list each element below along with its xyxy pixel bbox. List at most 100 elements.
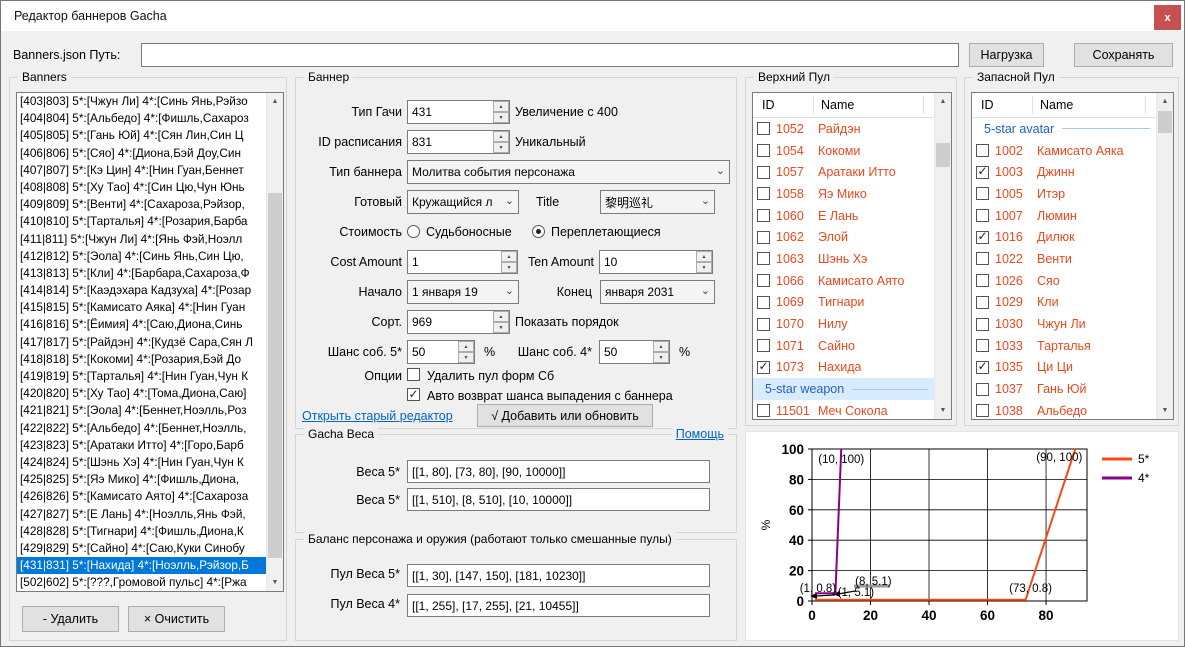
pool-row-checkbox[interactable] [757,166,770,179]
banner-list-item[interactable]: [404|804] 5*:[Альбедо] 4*:[Фишль,Сахароз [17,110,266,127]
title-dropdown[interactable]: 黎明巡礼 ⌄ [600,190,715,214]
pool-row-checkbox[interactable] [976,209,989,222]
pool-row-checkbox[interactable] [976,383,989,396]
upper-pool-scrollbar[interactable]: ▲ ▼ [934,93,951,419]
pool-row-checkbox[interactable] [757,318,770,331]
reserve-pool-table[interactable]: ID Name 5-star avatar1002Камисато Аяка10… [971,92,1174,420]
pool-row-checkbox[interactable] [976,252,989,265]
banner-list-item[interactable]: [428|828] 5*:[Тигнари] 4*:[Фишль,Диона,К [17,523,266,540]
scroll-down-icon[interactable]: ▼ [1157,402,1173,419]
open-old-editor-link[interactable]: Открыть старый редактор [302,409,453,423]
pool-row-checkbox[interactable] [757,209,770,222]
banner-list-item[interactable]: [431|831] 5*:[Нахида] 4*:[Ноэлль,Рэйзор,… [17,557,266,574]
spin-buttons-icon[interactable]: ▲▼ [696,251,712,273]
pool-row-checkbox[interactable] [757,296,770,309]
pool-row-checkbox[interactable] [757,274,770,287]
chance5-spinner[interactable]: 50 ▲▼ [407,340,475,364]
scroll-down-icon[interactable]: ▼ [935,402,951,419]
banner-list-item[interactable]: [426|826] 5*:[Камисато Аято] 4*:[Сахароз… [17,488,266,505]
reserve-pool-scrollbar[interactable]: ▲ ▼ [1156,93,1173,419]
banner-list-item[interactable]: [427|827] 5*:[Е Лань] 4*:[Ноэлль,Янь Фэй… [17,506,266,523]
banner-list-scrollbar[interactable]: ▲ ▼ [266,93,283,591]
spin-buttons-icon[interactable]: ▲▼ [493,131,509,153]
end-date-dropdown[interactable]: января 2031 ⌄ [600,280,715,304]
banner-list-item[interactable]: [406|806] 5*:[Сяо] 4*:[Диона,Бэй Доу,Син [17,145,266,162]
pool-row-checkbox[interactable] [976,361,989,374]
spin-buttons-icon[interactable]: ▲▼ [458,341,474,363]
prefab-dropdown[interactable]: Кружащийся л ⌄ [407,190,519,214]
begin-date-dropdown[interactable]: 1 января 19 ⌄ [407,280,519,304]
spin-buttons-icon[interactable]: ▲▼ [493,101,509,123]
pool-row-checkbox[interactable] [976,187,989,200]
pool-row-checkbox[interactable] [757,361,770,374]
spin-buttons-icon[interactable]: ▲▼ [501,251,517,273]
pool-row-checkbox[interactable] [976,274,989,287]
sort-spinner[interactable]: 969 ▲▼ [407,310,510,334]
scrollbar-thumb[interactable] [1158,111,1172,133]
remove-pool-checkbox[interactable] [407,368,420,381]
auto-return-checkbox[interactable] [407,388,420,401]
pool-row-checkbox[interactable] [976,231,989,244]
scroll-up-icon[interactable]: ▲ [267,93,283,110]
scrollbar-thumb[interactable] [268,193,282,558]
weights5b-input[interactable]: [[1, 510], [8, 510], [10, 10000]] [407,488,710,511]
banner-list-item[interactable]: [414|814] 5*:[Каэдэхара Кадзуха] 4*:[Роз… [17,282,266,299]
scroll-up-icon[interactable]: ▲ [935,93,951,110]
scroll-down-icon[interactable]: ▼ [267,574,283,591]
cost-amount-spinner[interactable]: 1 ▲▼ [407,250,518,274]
banner-list-item[interactable]: [420|820] 5*:[Ху Тао] 4*:[Тома,Диона,Саю… [17,385,266,402]
path-input[interactable] [141,43,959,67]
banner-list-item[interactable]: [425|825] 5*:[Яэ Мико] 4*:[Фишль,Диона, [17,471,266,488]
spin-buttons-icon[interactable]: ▲▼ [493,311,509,333]
banner-type-dropdown[interactable]: Молитва события персонажа ⌄ [407,160,730,184]
pool-row-checkbox[interactable] [757,187,770,200]
spin-buttons-icon[interactable]: ▲▼ [653,341,669,363]
banner-list-item[interactable]: [412|812] 5*:[Эола] 4*:[Синь Янь,Син Цю, [17,248,266,265]
banner-list-item[interactable]: [417|817] 5*:[Райдэн] 4*:[Кудзё Сара,Сян… [17,334,266,351]
pool-row-checkbox[interactable] [757,404,770,417]
gacha-type-spinner[interactable]: 431 ▲▼ [407,100,510,124]
pool-row-checkbox[interactable] [976,339,989,352]
pool-row-checkbox[interactable] [757,252,770,265]
pool4-input[interactable]: [[1, 255], [17, 255], [21, 10455]] [407,594,710,617]
banner-list-item[interactable]: [407|807] 5*:[Кэ Цин] 4*:[Нин Гуан,Бенне… [17,162,266,179]
cost-radio-intertwined[interactable] [532,225,545,238]
save-button[interactable]: Сохранять [1074,43,1173,67]
cost-radio-fate[interactable] [407,225,420,238]
banner-list-item[interactable]: [409|809] 5*:[Венти] 4*:[Сахароза,Рэйзор… [17,196,266,213]
pool-row-checkbox[interactable] [757,231,770,244]
banner-list-item[interactable]: [416|816] 5*:[Ёимия] 4*:[Саю,Диона,Синь [17,316,266,333]
pool-row-checkbox[interactable] [757,339,770,352]
banner-list-item[interactable]: [421|821] 5*:[Эола] 4*:[Беннет,Ноэлль,Ро… [17,402,266,419]
banner-list-item[interactable]: [422|822] 5*:[Альбедо] 4*:[Беннет,Ноэлль… [17,420,266,437]
banner-list-item[interactable]: [408|808] 5*:[Ху Тао] 4*:[Син Цю,Чун Юнь [17,179,266,196]
clear-banners-button[interactable]: × Очистить [128,606,225,632]
ten-amount-spinner[interactable]: 10 ▲▼ [599,250,713,274]
banner-list-item[interactable]: [403|803] 5*:[Чжун Ли] 4*:[Синь Янь,Рэйз… [17,93,266,110]
weights5a-input[interactable]: [[1, 80], [73, 80], [90, 10000]] [407,460,710,483]
banner-list-item[interactable]: [423|823] 5*:[Аратаки Итто] 4*:[Горо,Бар… [17,437,266,454]
upper-pool-table[interactable]: ID Name 1052Райдэн1054Кокоми1057Аратаки … [752,92,952,420]
banner-list-item[interactable]: [411|811] 5*:[Чжун Ли] 4*:[Янь Фэй,Ноэлл [17,231,266,248]
banner-list-item[interactable]: [410|810] 5*:[Тарталья] 4*:[Розария,Барб… [17,213,266,230]
banner-list-item[interactable]: [424|824] 5*:[Шэнь Хэ] 4*:[Нин Гуан,Чун … [17,454,266,471]
pool-row-checkbox[interactable] [757,144,770,157]
banner-list[interactable]: ▲ ▼ [403|803] 5*:[Чжун Ли] 4*:[Синь Янь,… [16,92,284,592]
banner-list-item[interactable]: [415|815] 5*:[Камисато Аяка] 4*:[Нин Гуа… [17,299,266,316]
pool-row-checkbox[interactable] [976,318,989,331]
close-button[interactable]: x [1154,5,1181,30]
banner-list-item[interactable]: [502|602] 5*:[???,Громовой пульс] 4*:[Рж… [17,574,266,591]
chance4-spinner[interactable]: 50 ▲▼ [599,340,670,364]
banner-list-item[interactable]: [413|813] 5*:[Кли] 4*:[Барбара,Сахароза,… [17,265,266,282]
banner-list-item[interactable]: [405|805] 5*:[Гань Юй] 4*:[Сян Лин,Син Ц [17,127,266,144]
load-button[interactable]: Нагрузка [969,43,1044,67]
pool-row-checkbox[interactable] [757,122,770,135]
pool5-input[interactable]: [[1, 30], [147, 150], [181, 10230]] [407,564,710,587]
add-update-button[interactable]: √ Добавить или обновить [477,404,653,427]
banner-list-item[interactable]: [419|819] 5*:[Тарталья] 4*:[Нин Гуан,Чун… [17,368,266,385]
pool-row-checkbox[interactable] [976,166,989,179]
help-link[interactable]: Помощь [672,427,728,441]
schedule-id-spinner[interactable]: 831 ▲▼ [407,130,510,154]
pool-row-checkbox[interactable] [976,144,989,157]
banner-list-item[interactable]: [429|829] 5*:[Сайно] 4*:[Саю,Куки Синобу [17,540,266,557]
